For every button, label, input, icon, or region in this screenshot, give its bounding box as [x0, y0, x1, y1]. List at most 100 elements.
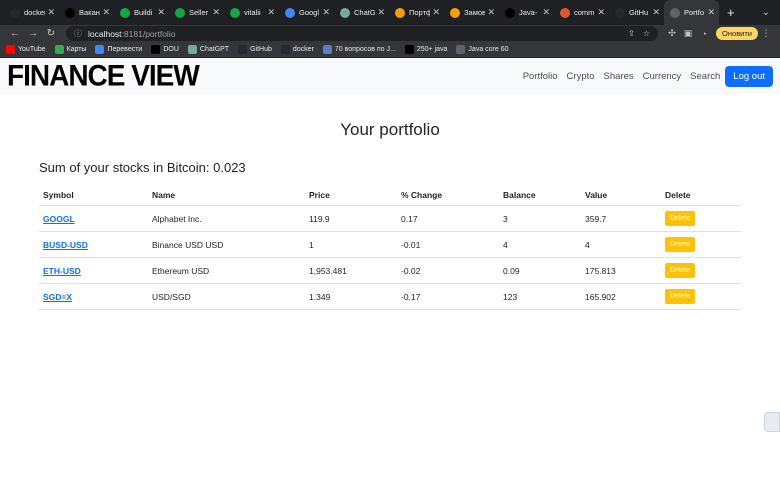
close-tab-icon[interactable]: ✕	[102, 7, 110, 18]
address-bar[interactable]: ⓘ localhost:8181/portfolio ⇪ ☆	[66, 26, 659, 41]
orange-circle-icon	[450, 7, 460, 18]
site-info-icon[interactable]: ⓘ	[74, 28, 82, 39]
bookmark-item[interactable]: YouTube	[6, 45, 46, 54]
bookmark-item[interactable]: Перевести	[95, 45, 142, 54]
portfolio-table: Symbol Name Price % Change Balance Value…	[39, 186, 741, 310]
delete-button[interactable]: Delete	[665, 289, 696, 304]
browser-tab[interactable]: Portfo ✕	[664, 0, 719, 25]
red-circle-icon	[560, 7, 570, 18]
browser-tab[interactable]: vitalii ✕	[224, 0, 279, 25]
browser-tab[interactable]: Java- ✕	[499, 0, 554, 25]
symbol-link[interactable]: GOOGL	[43, 214, 75, 224]
close-tab-icon[interactable]: ✕	[542, 7, 550, 18]
browser-tab[interactable]: Buildi ✕	[114, 0, 169, 25]
bookmark-item[interactable]: 70 вопросов по J...	[322, 45, 396, 54]
share-icon[interactable]: ⇪	[628, 29, 635, 38]
close-tab-icon[interactable]: ✕	[47, 7, 55, 18]
github-icon	[615, 7, 625, 18]
delete-button[interactable]: Delete	[665, 211, 696, 226]
extensions-icon[interactable]: ✣	[664, 28, 680, 39]
sidepanel-icon[interactable]: ▣	[680, 28, 696, 39]
side-feedback-widget[interactable]	[764, 412, 780, 432]
nav-link-portfolio[interactable]: Portfolio	[523, 71, 558, 82]
col-name: Name	[148, 186, 305, 206]
close-tab-icon[interactable]: ✕	[157, 7, 165, 18]
menu-icon[interactable]: ⋮	[758, 28, 774, 39]
price-cell: 1.349	[305, 283, 397, 310]
close-tab-icon[interactable]: ✕	[707, 7, 715, 18]
table-row: GOOGL Alphabet Inc. 119.9 0.17 3 359.7 D…	[39, 205, 741, 232]
col-delete: Delete	[661, 186, 741, 206]
bookmark-label: ChatGPT	[199, 46, 230, 53]
nav-link-currency[interactable]: Currency	[643, 71, 682, 82]
browser-toolbar: ← → ↻ ⓘ localhost:8181/portfolio ⇪ ☆ ✣ ▣…	[0, 25, 780, 42]
app-icon	[175, 7, 185, 18]
browser-tab[interactable]: Вакан ✕	[59, 0, 114, 25]
tab-search-icon[interactable]: ⌄	[762, 7, 770, 18]
close-tab-icon[interactable]: ✕	[267, 7, 275, 18]
bookmark-star-icon[interactable]: ☆	[643, 29, 650, 38]
browser-tab[interactable]: comm ✕	[554, 0, 609, 25]
price-cell: 1	[305, 231, 397, 258]
delete-button[interactable]: Delete	[665, 263, 696, 278]
tab-title: Вакан	[79, 8, 100, 17]
github-icon	[10, 7, 20, 18]
tab-title: vitalii	[244, 8, 261, 17]
app-icon	[120, 7, 130, 18]
bookmark-item[interactable]: Java core 60	[456, 45, 509, 54]
browser-tab[interactable]: Замов ✕	[444, 0, 499, 25]
browser-tab[interactable]: Seller ✕	[169, 0, 224, 25]
logout-button[interactable]: Log out	[725, 65, 773, 87]
bookmark-label: Java core 60	[468, 46, 509, 53]
tab-title: GitHu	[629, 8, 649, 17]
change-cell: -0.02	[397, 257, 499, 284]
col-value: Value	[581, 186, 661, 206]
bookmark-item[interactable]: 250+ java	[404, 45, 447, 54]
bookmark-label: docker	[292, 46, 314, 53]
symbol-link[interactable]: SGD=X	[43, 292, 72, 302]
close-tab-icon[interactable]: ✕	[377, 7, 385, 18]
close-tab-icon[interactable]: ✕	[322, 7, 330, 18]
browser-tab[interactable]: ChatG ✕	[334, 0, 389, 25]
url-path: :8181/portfolio	[121, 28, 176, 39]
browser-tab-bar: docker ✕ Вакан ✕ Buildi ✕ Seller ✕ vitalii ✕ Googl…	[0, 0, 780, 25]
forward-icon[interactable]: →	[24, 28, 42, 39]
profile-icon[interactable]: ◔	[696, 29, 712, 39]
browser-tab[interactable]: Портф ✕	[389, 0, 444, 25]
brand-logo[interactable]: FINANCE VIEW	[7, 59, 200, 93]
col-symbol: Symbol	[39, 186, 148, 206]
nav-link-search[interactable]: Search	[690, 71, 720, 82]
browser-tab[interactable]: Googl ✕	[279, 0, 334, 25]
symbol-link[interactable]: ETH-USD	[43, 266, 81, 276]
close-tab-icon[interactable]: ✕	[487, 7, 495, 18]
delete-cell: Delete	[661, 231, 741, 258]
close-tab-icon[interactable]: ✕	[652, 7, 660, 18]
new-tab-icon[interactable]: +	[727, 5, 735, 20]
reload-icon[interactable]: ↻	[42, 28, 60, 39]
app-icon	[230, 7, 240, 18]
bookmark-item[interactable]: Карты	[54, 45, 86, 54]
bookmark-favicon-icon	[322, 45, 332, 54]
nav-link-crypto[interactable]: Crypto	[567, 71, 595, 82]
bookmark-favicon-icon	[6, 45, 15, 54]
close-tab-icon[interactable]: ✕	[432, 7, 440, 18]
delete-cell: Delete	[661, 205, 741, 232]
table-row: SGD=X USD/SGD 1.349 -0.17 123 165.902 De…	[39, 283, 741, 310]
update-button[interactable]: Оновити	[716, 27, 758, 40]
delete-button[interactable]: Delete	[665, 237, 696, 252]
bookmark-item[interactable]: docker	[280, 45, 314, 54]
bookmark-item[interactable]: DOU	[151, 45, 179, 54]
symbol-link[interactable]: BUSD-USD	[43, 240, 88, 250]
balance-cell: 0.09	[499, 257, 581, 284]
symbol-cell: BUSD-USD	[39, 231, 148, 258]
nav-link-shares[interactable]: Shares	[604, 71, 634, 82]
tab-title: ChatG	[354, 8, 376, 17]
close-tab-icon[interactable]: ✕	[212, 7, 220, 18]
back-icon[interactable]: ←	[6, 28, 24, 39]
browser-tab[interactable]: docker ✕	[4, 0, 59, 25]
close-tab-icon[interactable]: ✕	[597, 7, 605, 18]
bookmark-item[interactable]: GitHub	[238, 45, 272, 54]
browser-tab[interactable]: GitHu ✕	[609, 0, 664, 25]
bookmark-item[interactable]: ChatGPT	[187, 45, 230, 54]
portfolio-sum: Sum of your stocks in Bitcoin: 0.023	[39, 160, 246, 175]
